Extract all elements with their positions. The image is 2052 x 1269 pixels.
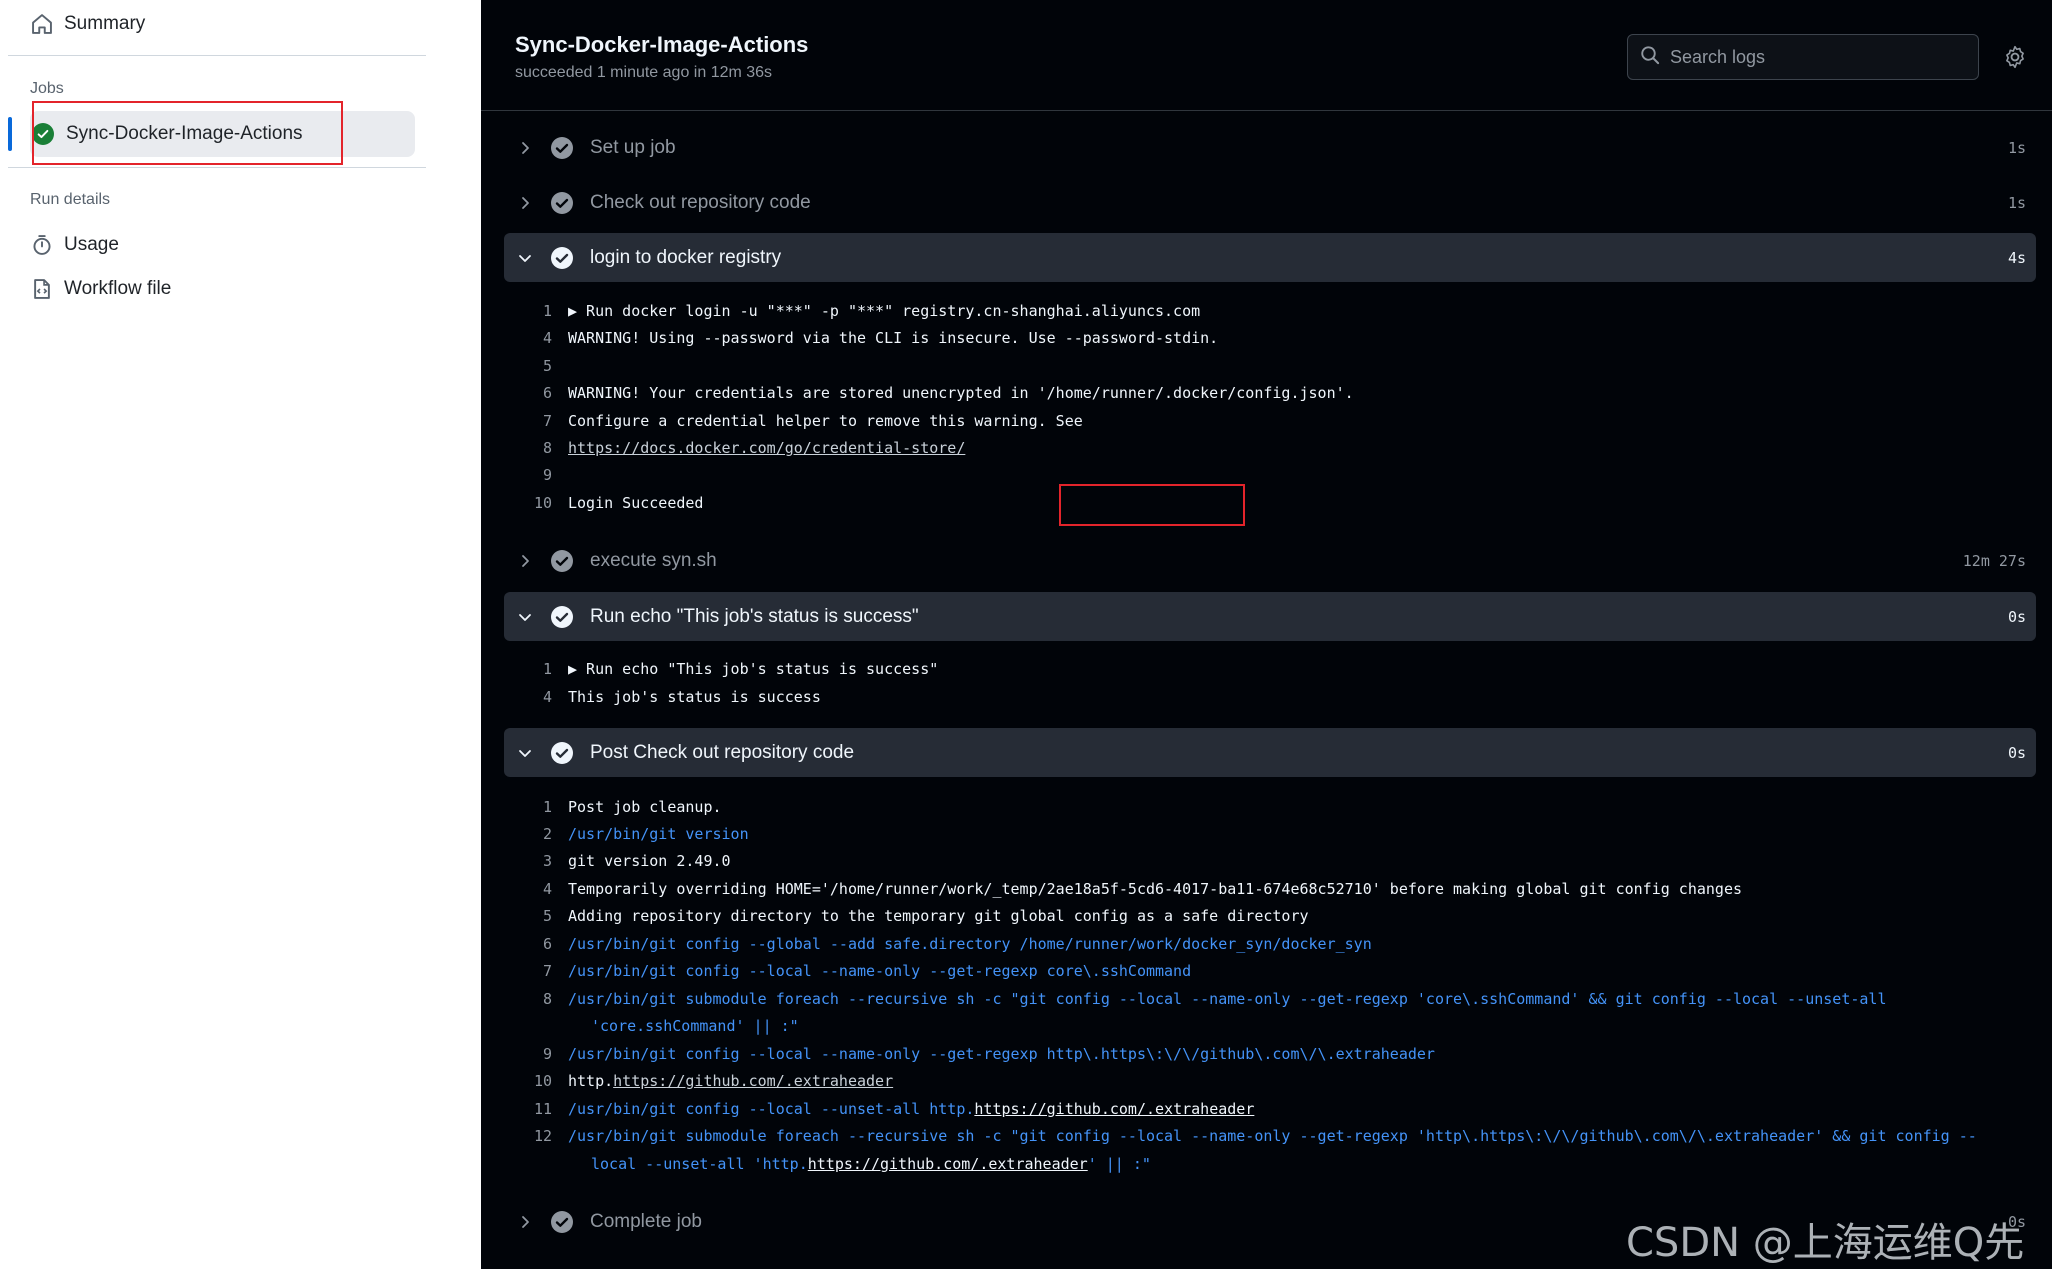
check-circle-icon	[550, 191, 574, 215]
log-line: 5 Adding repository directory to the temp…	[542, 907, 1309, 925]
step-post-check-out-repository-code[interactable]: Post Check out repository code 0s	[504, 728, 2036, 777]
chevron-right-icon	[514, 550, 536, 572]
file-code-icon	[30, 277, 54, 301]
chevron-down-icon	[514, 247, 536, 269]
step-execute-syn-sh[interactable]: execute syn.sh 12m 27s	[504, 536, 2036, 585]
step-duration: 0s	[2007, 743, 2026, 762]
chevron-right-icon	[514, 192, 536, 214]
annotation-highlight-box	[1059, 484, 1245, 526]
sidebar-divider	[8, 55, 426, 56]
log-line: 1 Post job cleanup.	[542, 798, 722, 816]
step-name: Set up job	[590, 136, 676, 158]
log-line: 10 http. https://github.com/.extraheader	[504, 1068, 2036, 1095]
extraheader-link[interactable]: https://github.com/.extraheader	[974, 1096, 1254, 1123]
step-duration: 12m 27s	[1962, 551, 2026, 570]
log-line: 4 This job's status is success	[542, 688, 821, 706]
extraheader-link[interactable]: https://github.com/.extraheader	[613, 1068, 893, 1095]
chevron-down-icon	[514, 606, 536, 628]
log-line: 5	[542, 357, 552, 375]
step-duration: 1s	[2007, 193, 2026, 212]
step-name: login to docker registry	[590, 246, 782, 268]
workflow-file-label: Workflow file	[64, 278, 172, 299]
log-line: 11/usr/bin/git config --local --unset-al…	[504, 1096, 2036, 1123]
step-set-up-job[interactable]: Set up job 1s	[504, 123, 2036, 172]
watermark: CSDN @上海运维Q先生	[1626, 1220, 2025, 1266]
check-circle-icon	[550, 605, 574, 629]
step-name: Check out repository code	[590, 191, 811, 213]
step-check-out-repository-code[interactable]: Check out repository code 1s	[504, 178, 2036, 227]
step-name: Post Check out repository code	[590, 741, 855, 763]
gear-icon[interactable]	[2002, 44, 2028, 70]
job-title: Sync-Docker-Image-Actions	[515, 32, 809, 57]
chevron-down-icon	[514, 742, 536, 764]
sidebar-workflow-file-link[interactable]: Workflow file	[30, 277, 171, 301]
log-line: 9	[542, 466, 552, 484]
run-details-heading: Run details	[30, 191, 111, 208]
log-line: 7/usr/bin/git config --local --name-only…	[542, 962, 1192, 980]
log-line: 3 git version 2.49.0	[542, 852, 731, 870]
log-line: 8/usr/bin/git submodule foreach --recurs…	[542, 990, 1887, 1008]
log-line: 1 ▶ Run docker login -u "***" -p "***" re…	[542, 302, 1201, 320]
sidebar-usage-link[interactable]: Usage	[30, 233, 119, 257]
search-icon	[1640, 45, 1660, 70]
check-circle-icon	[550, 549, 574, 573]
log-line: 1 ▶ Run echo "This job's status is succes…	[542, 660, 939, 678]
step-login-to-docker-registry[interactable]: login to docker registry 4s	[504, 233, 2036, 282]
sidebar: Summary Jobs Sync-Docker-Image-Actions R…	[0, 0, 481, 1269]
usage-label: Usage	[64, 234, 119, 255]
log-line: 4 Temporarily overriding HOME='/home/runn…	[542, 880, 1742, 898]
jobs-heading: Jobs	[30, 80, 64, 97]
search-logs-box[interactable]	[1627, 34, 1979, 80]
annotation-highlight-box	[32, 101, 343, 165]
search-logs-input[interactable]	[1670, 46, 1970, 68]
log-line: 10 Login Succeeded	[533, 494, 704, 512]
log-line: 6 WARNING! Your credentials are stored un…	[542, 384, 1354, 402]
step-run-echo[interactable]: Run echo "This job's status is success" …	[504, 592, 2036, 641]
summary-label: Summary	[64, 13, 146, 34]
step-duration: 0s	[2007, 607, 2026, 626]
log-line: 12/usr/bin/git submodule foreach --recur…	[533, 1127, 1977, 1145]
job-header: Sync-Docker-Image-Actions succeeded 1 mi…	[481, 0, 2052, 111]
log-line-continuation: 'core.sshCommand' || :"	[591, 1017, 799, 1035]
job-status-subtitle: succeeded 1 minute ago in 12m 36s	[515, 64, 773, 81]
log-line: 4 WARNING! Using --password via the CLI i…	[542, 329, 1219, 347]
sidebar-summary-link[interactable]: Summary	[30, 12, 145, 36]
job-log-panel: Sync-Docker-Image-Actions succeeded 1 mi…	[481, 0, 2052, 1269]
step-duration: 4s	[2007, 248, 2026, 267]
extraheader-link[interactable]: https://github.com/.extraheader	[808, 1155, 1088, 1173]
log-line: 2/usr/bin/git version	[542, 825, 749, 843]
step-name: Run echo "This job's status is success"	[590, 605, 919, 627]
sidebar-divider	[8, 167, 426, 168]
check-circle-icon	[550, 741, 574, 765]
home-icon	[30, 12, 54, 36]
active-indicator	[8, 117, 12, 151]
stopwatch-icon	[30, 233, 54, 257]
credential-store-link[interactable]: https://docs.docker.com/go/credential-st…	[568, 435, 965, 462]
log-line: 9/usr/bin/git config --local --name-only…	[542, 1045, 1435, 1063]
step-name: execute syn.sh	[590, 549, 717, 571]
check-circle-icon	[550, 246, 574, 270]
log-line-continuation: local --unset-all 'http.https://github.c…	[591, 1155, 1151, 1173]
log-line: 7 Configure a credential helper to remove…	[542, 412, 1083, 430]
check-circle-icon	[550, 1210, 574, 1234]
chevron-right-icon	[514, 137, 536, 159]
chevron-right-icon	[514, 1211, 536, 1233]
log-line: 8 https://docs.docker.com/go/credential-s…	[504, 435, 2036, 462]
log-line: 6/usr/bin/git config --global --add safe…	[542, 935, 1372, 953]
step-duration: 1s	[2007, 138, 2026, 157]
check-circle-icon	[550, 136, 574, 160]
